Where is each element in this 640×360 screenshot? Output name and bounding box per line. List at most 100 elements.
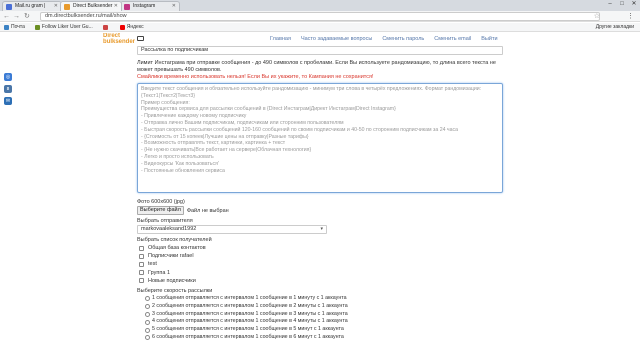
site-header: Direct bulksender Главная Часто задаваем… <box>0 33 640 47</box>
maximize-icon[interactable]: □ <box>616 0 628 9</box>
site-logo[interactable]: Direct bulksender <box>103 33 135 45</box>
nav-change-email[interactable]: Сменить email <box>434 36 471 42</box>
bookmark-item[interactable] <box>102 24 110 30</box>
checkbox[interactable] <box>139 262 144 267</box>
file-row: Выберите файл Файл не выбран <box>137 206 503 215</box>
reload-icon[interactable]: ↻ <box>24 12 30 21</box>
radio-button[interactable] <box>145 296 150 302</box>
instagram-icon[interactable]: ◎ <box>4 73 12 81</box>
menu-icon[interactable]: ⋮ <box>627 12 634 21</box>
bookmark-label: Почта <box>11 24 25 30</box>
instagram-favicon-icon <box>124 4 130 10</box>
tab-direct-bulksender[interactable]: Direct Bulksender ✕ <box>60 1 122 11</box>
bookmark-favicon-icon <box>119 24 125 30</box>
option-label: Общая база контактов <box>148 245 206 251</box>
minimize-icon[interactable]: – <box>604 0 616 9</box>
option-label: 1 сообщения отправляется с интервалом 1 … <box>152 295 347 302</box>
checkbox[interactable] <box>139 253 144 259</box>
tab-mail[interactable]: Mail.ru gram | ✕ <box>2 1 62 11</box>
option-label: Группа 1 <box>148 269 171 276</box>
option-label: 5 сообщения отправляется с интервалом 1 … <box>152 326 344 333</box>
bookmark-item[interactable]: Почта <box>4 24 25 30</box>
option-label: 6 сообщения отправляется с интервалом 1 … <box>152 334 344 340</box>
tab-title: Mail.ru gram | <box>15 3 46 9</box>
radio-button[interactable] <box>145 335 150 341</box>
sender-select[interactable]: markovaaleksand1992 ▾ <box>137 225 327 234</box>
social-sidebar: ◎ в ✉ <box>4 73 12 109</box>
speed-list: 1 сообщения отправляется с интервалом 1 … <box>137 295 503 342</box>
recipient-option[interactable]: Общая база контактов <box>137 244 503 252</box>
bookmark-favicon-icon <box>102 24 108 30</box>
envelope-icon <box>137 36 144 41</box>
speed-label: Выберите скорость рассылки <box>137 288 213 295</box>
limit-note: Лимит Инстаграма при отправке сообщения … <box>137 60 496 73</box>
recipient-option[interactable]: Подписчики rafael <box>137 252 503 260</box>
file-status: Файл не выбран <box>186 207 229 214</box>
page-content: Direct bulksender Главная Часто задаваем… <box>0 33 640 360</box>
star-icon[interactable]: ☆ <box>594 12 600 21</box>
radio-button[interactable] <box>145 319 150 325</box>
speed-option[interactable]: 1 сообщения отправляется с интервалом 1 … <box>137 295 503 303</box>
nav-home[interactable]: Главная <box>270 36 291 42</box>
message-textarea[interactable]: Введите текст сообщения и обязательно ис… <box>137 83 503 193</box>
recipient-option[interactable]: Группа 1 <box>137 269 503 277</box>
tab-strip: Mail.ru gram | ✕ Direct Bulksender ✕ Ins… <box>0 0 640 11</box>
radio-button[interactable] <box>145 304 150 310</box>
checkbox[interactable] <box>139 270 144 276</box>
option-label: 2 сообщения отправляется с интервалом 1 … <box>152 302 348 309</box>
tab-title: Instagram <box>133 3 156 9</box>
window-close-icon[interactable]: ✕ <box>628 0 640 9</box>
speed-option[interactable]: 5 сообщения отправляется с интервалом 1 … <box>137 326 503 334</box>
window-controls: – □ ✕ <box>604 0 640 9</box>
nav-change-password[interactable]: Сменить пароль <box>382 36 424 42</box>
checkbox[interactable] <box>139 245 144 251</box>
tab-instagram[interactable]: Instagram ✕ <box>120 1 180 11</box>
radio-button[interactable] <box>145 327 150 333</box>
other-bookmarks[interactable]: Другие закладки <box>596 24 634 31</box>
warning-note: Смайлики временно использовать нельзя! Е… <box>137 74 374 80</box>
mail-icon[interactable]: ✉ <box>4 97 12 105</box>
bookmark-favicon-icon <box>34 24 40 30</box>
recipients-label: Выбрать список получателей <box>137 237 212 243</box>
recipient-option[interactable]: test <box>137 260 503 268</box>
speed-option[interactable]: 4 сообщения отправляется с интервалом 1 … <box>137 318 503 326</box>
bookmark-favicon-icon <box>4 24 9 30</box>
logo-line2: bulksender <box>103 39 136 45</box>
back-icon[interactable]: ← <box>3 12 10 21</box>
bookmark-item[interactable]: Follow Liker User Gu... <box>34 24 93 30</box>
bookmarks-bar: Почта Follow Liker User Gu... Яндекс Дру… <box>0 23 640 32</box>
browser-toolbar: ← → ↻ dm.directbulksender.ru/mail/show ☆… <box>0 11 640 22</box>
nav-faq[interactable]: Часто задаваемые вопросы <box>301 36 372 42</box>
nav-logout[interactable]: Выйти <box>481 36 497 42</box>
recipient-option[interactable]: Новые подписчики <box>137 277 503 285</box>
option-label: test <box>148 261 157 268</box>
choose-file-button[interactable]: Выберите файл <box>137 206 184 215</box>
close-icon[interactable]: ✕ <box>114 2 118 11</box>
close-icon[interactable]: ✕ <box>54 2 58 11</box>
bookmark-item[interactable]: Яндекс <box>119 24 144 30</box>
recipients-list: Общая база контактов Подписчики rafael t… <box>137 244 503 285</box>
option-label: 4 сообщения отправляется с интервалом 1 … <box>152 318 348 325</box>
option-label: Подписчики rafael <box>148 253 194 260</box>
bookmark-label: Яндекс <box>126 24 144 30</box>
speed-option[interactable]: 6 сообщения отправляется с интервалом 1 … <box>137 334 503 342</box>
sender-label: Выбрать отправителя <box>137 218 193 224</box>
close-icon[interactable]: ✕ <box>172 2 176 11</box>
photo-label: Фото 600x600 (jpg) <box>137 199 185 205</box>
chevron-down-icon: ▾ <box>320 226 323 232</box>
direct-favicon-icon <box>64 4 70 10</box>
speed-option[interactable]: 2 сообщения отправляется с интервалом 1 … <box>137 303 503 311</box>
tab-title: Direct Bulksender <box>73 3 113 9</box>
radio-button[interactable] <box>145 312 150 317</box>
vk-icon[interactable]: в <box>4 85 12 93</box>
checkbox[interactable] <box>139 278 144 284</box>
forward-icon[interactable]: → <box>13 12 20 21</box>
bookmark-label: Follow Liker User Gu... <box>41 24 93 30</box>
option-label: Новые подписчики <box>148 277 196 284</box>
browser-window: Mail.ru gram | ✕ Direct Bulksender ✕ Ins… <box>0 0 640 360</box>
address-bar[interactable]: dm.directbulksender.ru/mail/show <box>40 12 600 21</box>
subject-input[interactable]: Рассылка по подписчикам <box>137 46 503 55</box>
campaign-form: Рассылка по подписчикам Лимит Инстаграма… <box>137 46 503 342</box>
speed-option[interactable]: 3 сообщения отправляется с интервалом 1 … <box>137 311 503 319</box>
sender-value: markovaaleksand1992 <box>141 226 197 232</box>
